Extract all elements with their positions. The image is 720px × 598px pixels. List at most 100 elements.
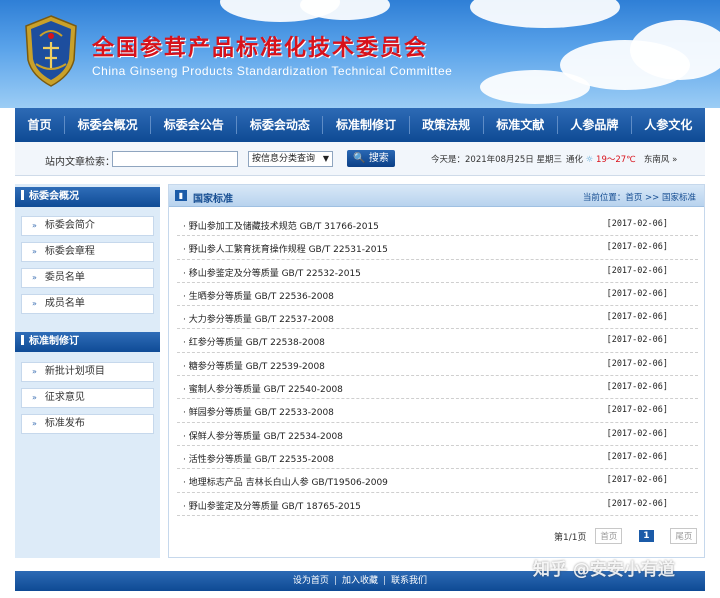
list-item-date: [2017-02-06] (606, 498, 668, 509)
list-item-title[interactable]: · 移山参鉴定及分等质量 GB/T 22532-2015 (183, 266, 361, 279)
sidebar-item-label: 标准发布 (44, 418, 85, 429)
list-item[interactable]: · 野山参人工繁育抚育操作规程 GB/T 22531-2015 [2017-02-… (177, 236, 698, 260)
search-input[interactable] (112, 151, 238, 167)
list-item-date: [2017-02-06] (606, 451, 668, 462)
search-category-select[interactable]: 按信息分类查询 ▼ (248, 151, 333, 167)
sidebar: 标委会概况 » 标委会简介 » 标委会章程 » 委员名单 » 成员名单 标准制修订 » 新… (15, 184, 160, 558)
list-item-date: [2017-02-06] (606, 428, 668, 439)
set-homepage-link[interactable]: 设为首页 (293, 576, 329, 586)
sidebar-item-new-plans[interactable]: » 新批计划项目 (21, 362, 154, 382)
list-item-date: [2017-02-06] (606, 242, 668, 253)
chevron-right-icon: » (32, 367, 37, 376)
content-header: ▮ 国家标准 当前位置：首页 >> 国家标准 (169, 185, 704, 207)
contact-us-link[interactable]: 联系我们 (391, 576, 427, 586)
list-item[interactable]: · 糖参分等质量 GB/T 22539-2008 [2017-02-06] (177, 353, 698, 377)
nav-item-ginseng-brand[interactable]: 人参品牌 (558, 108, 631, 142)
search-category-value: 按信息分类查询 (252, 154, 316, 164)
main-content: ▮ 国家标准 当前位置：首页 >> 国家标准 · 野山参加工及储藏技术规范 GB… (168, 184, 705, 558)
today-date: 今天是：2021年08月25日 星期三 (431, 155, 562, 165)
search-icon: 🔍 (353, 153, 366, 164)
list-item[interactable]: · 蜜制人参分等质量 GB/T 22540-2008 [2017-02-06] (177, 376, 698, 400)
sidebar-group-revision-header: 标准制修订 (15, 332, 160, 352)
sidebar-item-label: 标委会章程 (44, 246, 95, 257)
last-page-button[interactable]: 尾页 (670, 528, 698, 544)
chevron-right-icon: » (32, 247, 37, 256)
list-item[interactable]: · 野山参加工及储藏技术规范 GB/T 31766-2015 [2017-02-0… (177, 213, 698, 237)
list-item-date: [2017-02-06] (606, 475, 668, 486)
nav-item-ginseng-culture[interactable]: 人参文化 (632, 108, 705, 142)
list-item[interactable]: · 地理标志产品 吉林长白山人参 GB/T19506-2009 [2017-02-… (177, 469, 698, 493)
weather-wind: 东南风 (643, 155, 670, 165)
list-item[interactable]: · 保鲜人参分等质量 GB/T 22534-2008 [2017-02-06] (177, 423, 698, 446)
zhihu-watermark: 知乎 @安安小有道 (533, 560, 675, 580)
chevron-right-icon: » (32, 299, 37, 308)
sunny-cloud-icon: ☼ (585, 155, 597, 165)
list-item[interactable]: · 红参分等质量 GB/T 22538-2008 [2017-02-06] (177, 329, 698, 353)
list-item-title[interactable]: · 蜜制人参分等质量 GB/T 22540-2008 (183, 382, 343, 395)
sidebar-item-member-list[interactable]: » 成员名单 (21, 294, 154, 314)
nav-item-standard-docs[interactable]: 标准文献 (484, 108, 557, 142)
committee-emblem-logo (25, 15, 77, 87)
footer-divider: | (383, 576, 387, 586)
site-subtitle: China Ginseng Products Standardization T… (92, 64, 453, 78)
nav-item-announcements[interactable]: 标委会公告 (151, 108, 236, 142)
list-item-title[interactable]: · 野山参鉴定及分等质量 GB/T 18765-2015 (183, 499, 361, 512)
list-item[interactable]: · 活性参分等质量 GB/T 22535-2008 [2017-02-06] (177, 446, 698, 470)
nav-item-overview[interactable]: 标委会概况 (65, 108, 150, 142)
cloud-decoration (470, 0, 620, 28)
list-item-title[interactable]: · 生晒参分等质量 GB/T 22536-2008 (183, 289, 334, 302)
weather-temp: 19～27℃ (596, 155, 636, 165)
double-chevron-right-icon: » (672, 155, 678, 165)
cloud-decoration (630, 20, 720, 80)
list-item-title[interactable]: · 野山参人工繁育抚育操作规程 GB/T 22531-2015 (183, 242, 388, 255)
list-item[interactable]: · 大力参分等质量 GB/T 22537-2008 [2017-02-06] (177, 306, 698, 330)
sidebar-item-charter[interactable]: » 标委会章程 (21, 242, 154, 262)
search-bar: 站内文章检索： 按信息分类查询 ▼ 🔍 搜索 今天是：2021年08月25日 星… (15, 142, 705, 176)
site-title: 全国参茸产品标准化技术委员会 (92, 35, 429, 61)
list-item-date: [2017-02-06] (606, 335, 668, 346)
list-item-title[interactable]: · 野山参加工及储藏技术规范 GB/T 31766-2015 (183, 219, 379, 232)
pagination: 第1/1页 首页 1 尾页 (554, 528, 698, 544)
first-page-button[interactable]: 首页 (595, 528, 623, 544)
current-page-button[interactable]: 1 (639, 530, 654, 542)
sidebar-item-label: 标委会简介 (44, 220, 95, 231)
breadcrumb[interactable]: 当前位置：首页 >> 国家标准 (583, 191, 696, 203)
chevron-down-icon: ▼ (322, 154, 329, 163)
list-item-title[interactable]: · 大力参分等质量 GB/T 22537-2008 (183, 312, 334, 325)
list-item[interactable]: · 生晒参分等质量 GB/T 22536-2008 [2017-02-06] (177, 283, 698, 307)
nav-item-policies[interactable]: 政策法规 (410, 108, 483, 142)
sidebar-item-comments[interactable]: » 征求意见 (21, 388, 154, 408)
header-bar-icon (21, 335, 24, 345)
sidebar-group-title: 标委会概况 (29, 191, 79, 202)
chevron-right-icon: » (32, 419, 37, 428)
nav-item-news[interactable]: 标委会动态 (237, 108, 322, 142)
sidebar-item-intro[interactable]: » 标委会简介 (21, 216, 154, 236)
list-item-title[interactable]: · 红参分等质量 GB/T 22538-2008 (183, 335, 325, 348)
sidebar-group-title: 标准制修订 (29, 336, 79, 347)
list-item-title[interactable]: · 保鲜人参分等质量 GB/T 22534-2008 (183, 429, 343, 442)
nav-item-standards-revision[interactable]: 标准制修订 (323, 108, 408, 142)
list-item-date: [2017-02-06] (606, 312, 668, 323)
weather-city: 通化 (566, 155, 584, 165)
add-favorite-link[interactable]: 加入收藏 (342, 576, 378, 586)
list-item-date: [2017-02-06] (606, 219, 668, 229)
nav-item-home[interactable]: 首页 (15, 108, 64, 142)
list-item-date: [2017-02-06] (606, 382, 668, 393)
sidebar-item-label: 委员名单 (44, 272, 85, 283)
header-bar-icon (21, 190, 24, 200)
sidebar-item-committee-list[interactable]: » 委员名单 (21, 268, 154, 288)
page-title: 国家标准 (193, 194, 233, 205)
chevron-right-icon: » (32, 393, 37, 402)
sidebar-item-releases[interactable]: » 标准发布 (21, 414, 154, 434)
search-label: 站内文章检索： (45, 157, 115, 168)
list-item-title[interactable]: · 鲜园参分等质量 GB/T 22533-2008 (183, 405, 334, 418)
list-item[interactable]: · 野山参鉴定及分等质量 GB/T 18765-2015 [2017-02-06] (177, 493, 698, 516)
list-item-title[interactable]: · 活性参分等质量 GB/T 22535-2008 (183, 452, 334, 465)
sidebar-item-label: 征求意见 (44, 392, 85, 403)
list-item[interactable]: · 移山参鉴定及分等质量 GB/T 22532-2015 [2017-02-06] (177, 260, 698, 283)
list-item-date: [2017-02-06] (606, 405, 668, 416)
list-item-title[interactable]: · 地理标志产品 吉林长白山人参 GB/T19506-2009 (183, 475, 388, 488)
search-button[interactable]: 🔍 搜索 (347, 150, 395, 167)
list-item[interactable]: · 鲜园参分等质量 GB/T 22533-2008 [2017-02-06] (177, 399, 698, 423)
list-item-title[interactable]: · 糖参分等质量 GB/T 22539-2008 (183, 359, 325, 372)
